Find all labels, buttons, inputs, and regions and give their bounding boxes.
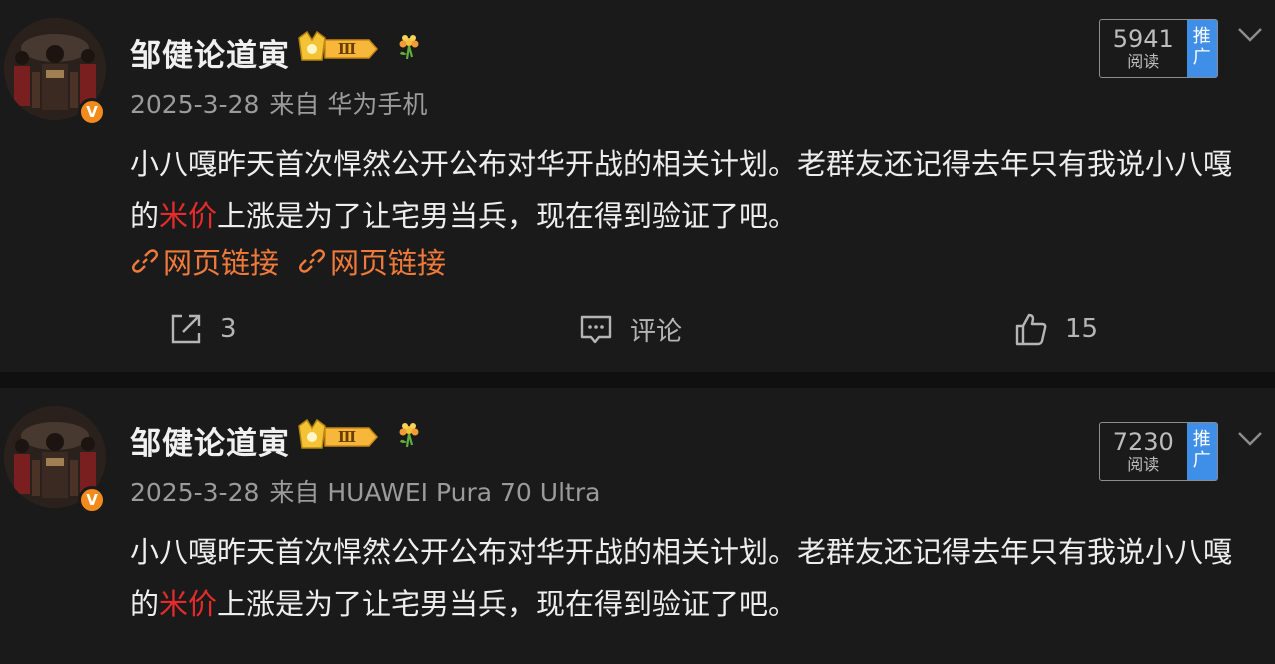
verified-badge: V: [78, 98, 106, 126]
post-text-part2: 上涨是为了让宅男当兵，现在得到验证了吧。: [217, 199, 798, 233]
web-link[interactable]: 网页链接: [130, 240, 279, 282]
flower-icon[interactable]: [396, 421, 422, 449]
post-date[interactable]: 2025-3-28: [130, 478, 259, 507]
chevron-down-icon[interactable]: [1237, 26, 1263, 44]
verified-badge: V: [78, 486, 106, 514]
weibo-post: V 邹健论道寅 Ⅲ 2025-3-28 来自 HUAWEI Pura 70 Ult…: [0, 388, 1275, 664]
post-separator: [0, 372, 1275, 388]
weibo-post: V 邹健论道寅 Ⅲ 2025-3-28 来自 华为手机 5941 阅读 推 广 小…: [0, 0, 1275, 372]
post-text-highlight: 米价: [159, 199, 218, 233]
avatar[interactable]: V: [4, 18, 106, 126]
post-text-part2: 上涨是为了让宅男当兵，现在得到验证了吧。: [217, 587, 798, 621]
post-content: 小八嘎昨天首次悍然公开公布对华开战的相关计划。老群友还记得去年只有我说小八嘎的米…: [130, 138, 1250, 242]
comment-icon: [580, 315, 612, 344]
post-meta: 2025-3-28 来自 HUAWEI Pura 70 Ultra: [130, 473, 600, 509]
comment-button[interactable]: 评论: [578, 308, 682, 350]
like-button[interactable]: 15: [1013, 308, 1098, 350]
comment-label: 评论: [630, 316, 683, 347]
post-content: 小八嘎昨天首次悍然公开公布对华开战的相关计划。老群友还记得去年只有我说小八嘎的米…: [130, 526, 1250, 630]
promote-label-2: 广: [1192, 450, 1211, 471]
level-badge-icon[interactable]: Ⅲ: [297, 418, 379, 452]
web-link[interactable]: 网页链接: [297, 240, 446, 282]
read-label: 阅读: [1127, 52, 1160, 71]
username[interactable]: 邹健论道寅: [130, 418, 290, 463]
post-date[interactable]: 2025-3-28: [130, 90, 259, 119]
post-source: 来自 HUAWEI Pura 70 Ultra: [269, 478, 601, 507]
read-count: 5941: [1112, 25, 1174, 53]
promote-label-1: 推: [1192, 26, 1211, 47]
read-count-box[interactable]: 7230 阅读 推 广: [1099, 422, 1218, 481]
chevron-down-icon[interactable]: [1237, 430, 1263, 448]
web-link-label: 网页链接: [163, 246, 280, 280]
link-icon: [132, 249, 158, 273]
repost-button[interactable]: 3: [168, 308, 237, 350]
promote-button[interactable]: 推 广: [1186, 423, 1217, 480]
username[interactable]: 邹健论道寅: [130, 30, 290, 75]
post-text-highlight: 米价: [159, 587, 218, 621]
level-badge-text: Ⅲ: [338, 428, 356, 446]
promote-label-1: 推: [1192, 429, 1211, 450]
post-source: 来自 华为手机: [269, 90, 428, 119]
flower-icon[interactable]: [396, 33, 422, 61]
thumbs-up-icon: [1015, 313, 1047, 346]
promote-label-2: 广: [1192, 47, 1211, 68]
avatar[interactable]: V: [4, 406, 106, 514]
post-actions: 3 评论 15: [0, 308, 1275, 350]
read-count-box[interactable]: 5941 阅读 推 广: [1099, 19, 1218, 78]
web-link-label: 网页链接: [330, 246, 447, 280]
post-links: 网页链接 网页链接: [130, 240, 446, 282]
read-count: 7230: [1112, 428, 1174, 456]
promote-button[interactable]: 推 广: [1186, 20, 1217, 77]
post-meta: 2025-3-28 来自 华为手机: [130, 85, 427, 121]
repost-count: 3: [220, 314, 237, 344]
repost-icon: [171, 314, 201, 344]
level-badge-text: Ⅲ: [338, 40, 356, 58]
link-icon: [299, 249, 326, 273]
like-count: 15: [1065, 314, 1099, 344]
read-label: 阅读: [1127, 455, 1160, 474]
level-badge-icon[interactable]: Ⅲ: [297, 30, 379, 64]
